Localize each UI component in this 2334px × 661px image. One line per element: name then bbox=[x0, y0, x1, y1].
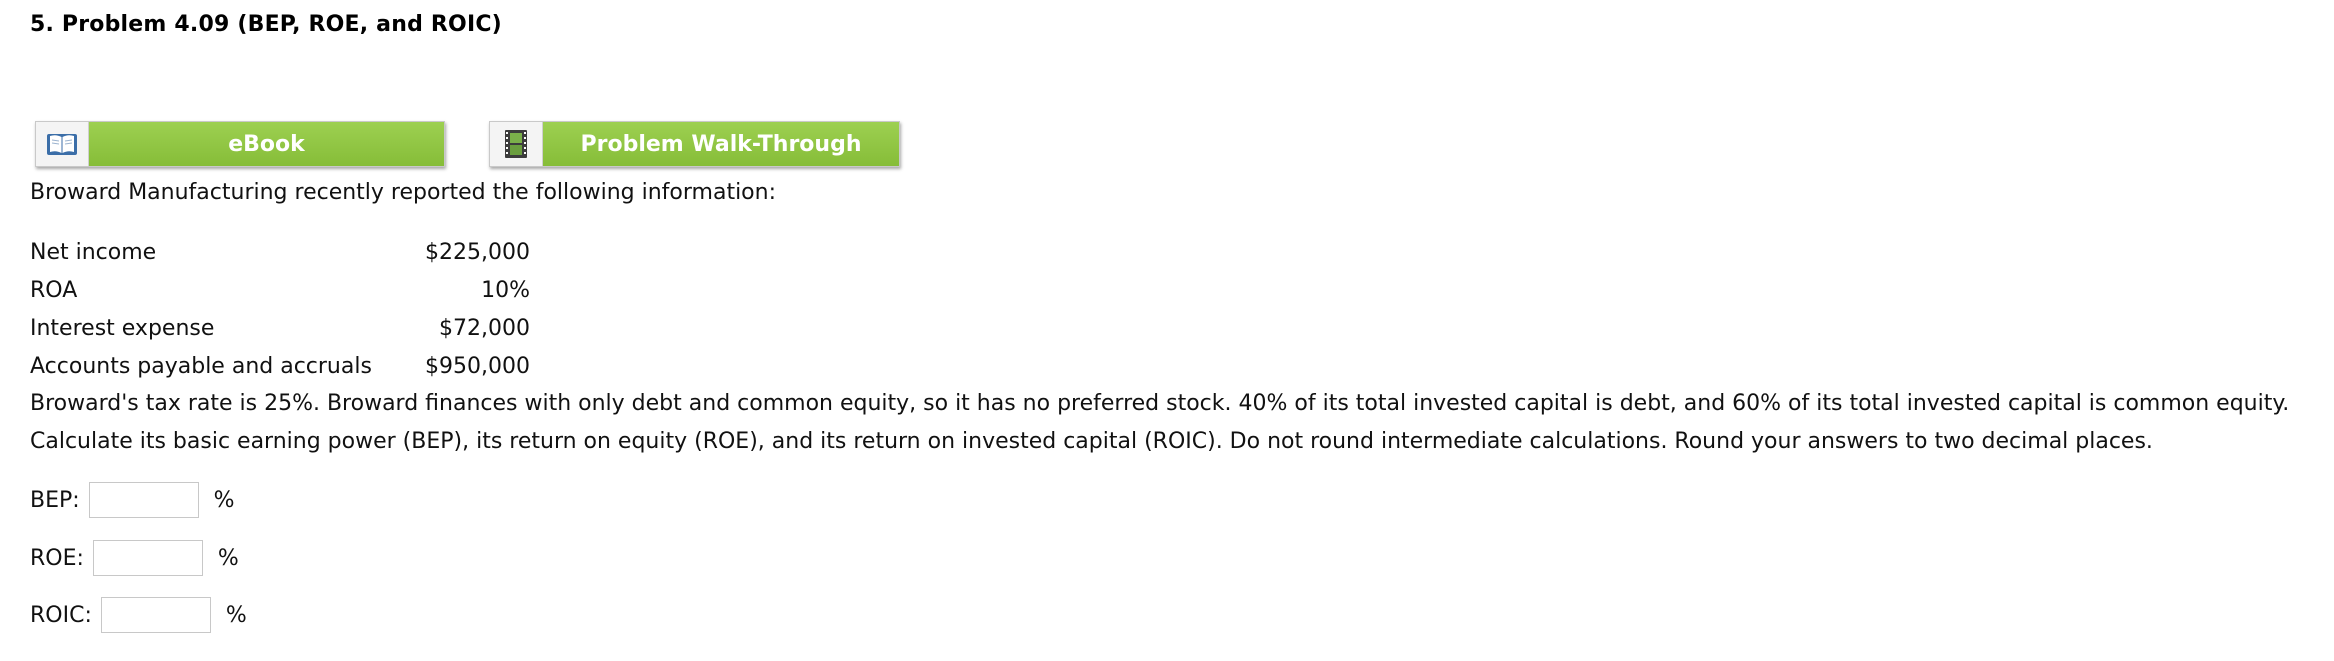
bep-label: BEP: bbox=[30, 487, 80, 513]
ebook-button[interactable]: eBook bbox=[35, 121, 445, 167]
intro-text: Broward Manufacturing recently reported … bbox=[30, 180, 776, 205]
row-value: $950,000 bbox=[425, 353, 530, 379]
bep-unit: % bbox=[213, 487, 235, 513]
table-row: Interest expense $72,000 bbox=[30, 309, 530, 347]
table-row: Accounts payable and accruals $950,000 bbox=[30, 347, 530, 385]
roe-unit: % bbox=[217, 545, 239, 571]
problem-walkthrough-button-label: Problem Walk-Through bbox=[543, 122, 899, 166]
bep-input[interactable] bbox=[88, 482, 199, 518]
problem-title: 5. Problem 4.09 (BEP, ROE, and ROIC) bbox=[30, 12, 502, 37]
film-icon bbox=[490, 122, 543, 166]
problem-instructions-line-2: Calculate its basic earning power (BEP),… bbox=[30, 429, 2153, 454]
roe-input[interactable] bbox=[92, 540, 203, 576]
row-label: ROA bbox=[30, 277, 78, 303]
row-label: Interest expense bbox=[30, 315, 215, 341]
roic-input[interactable] bbox=[100, 597, 211, 633]
row-label: Accounts payable and accruals bbox=[30, 353, 372, 379]
row-value: $72,000 bbox=[439, 315, 530, 341]
ebook-button-label: eBook bbox=[89, 122, 444, 166]
roic-label: ROIC: bbox=[30, 602, 92, 628]
row-label: Net income bbox=[30, 239, 157, 265]
roic-unit: % bbox=[225, 602, 247, 628]
table-row: Net income $225,000 bbox=[30, 233, 530, 271]
roe-answer-row: ROE: % bbox=[30, 540, 239, 576]
roe-label: ROE: bbox=[30, 545, 84, 571]
financial-info-table: Net income $225,000 ROA 10% Interest exp… bbox=[30, 233, 530, 385]
book-icon bbox=[36, 122, 89, 166]
row-value: $225,000 bbox=[425, 239, 530, 265]
bep-answer-row: BEP: % bbox=[30, 482, 235, 518]
roic-answer-row: ROIC: % bbox=[30, 597, 247, 633]
problem-statement-line-1: Broward's tax rate is 25%. Broward finan… bbox=[30, 391, 2290, 416]
table-row: ROA 10% bbox=[30, 271, 530, 309]
problem-walkthrough-button[interactable]: Problem Walk-Through bbox=[489, 121, 900, 167]
row-value: 10% bbox=[481, 277, 530, 303]
